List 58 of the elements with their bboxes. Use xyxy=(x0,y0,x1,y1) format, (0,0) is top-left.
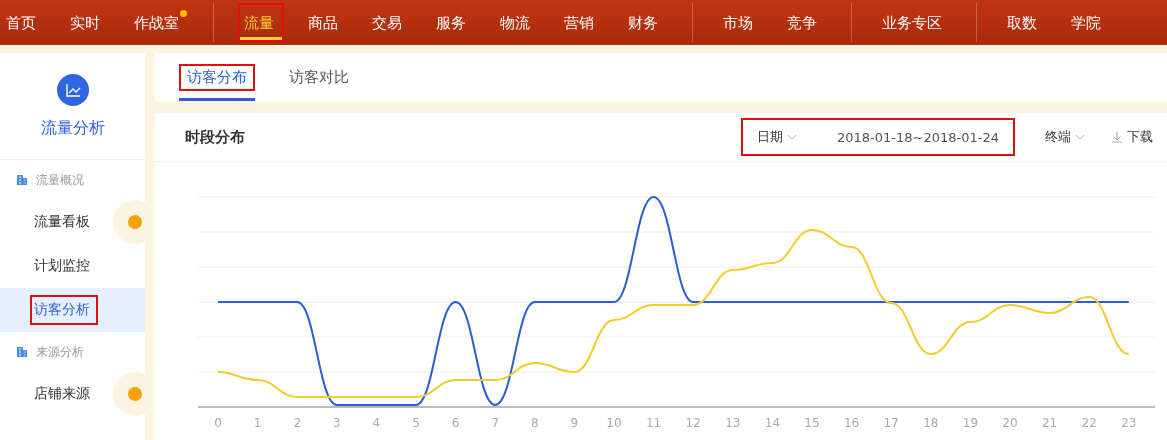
nav-link[interactable]: 商品 xyxy=(302,3,348,42)
axis-label: 16 xyxy=(843,416,860,430)
axis-label: 5 xyxy=(412,416,420,430)
tab[interactable]: 访客对比 xyxy=(281,53,357,101)
axis-label: 3 xyxy=(333,416,341,430)
date-dropdown[interactable]: 日期 xyxy=(757,128,797,146)
axis-label: 10 xyxy=(606,416,622,430)
nav-link[interactable]: 财务 xyxy=(622,3,668,42)
axis-label: 13 xyxy=(725,416,741,430)
axis-label: 15 xyxy=(804,416,820,430)
axis-label: 9 xyxy=(570,416,579,430)
nav-link[interactable]: 营销 xyxy=(558,3,604,42)
download-button[interactable]: 下载 xyxy=(1111,128,1153,146)
axis-label: 12 xyxy=(685,416,701,430)
sidebar-title: 流量分析 xyxy=(40,117,105,139)
axis-label: 6 xyxy=(451,416,460,430)
nav-link[interactable]: 市场 xyxy=(717,3,763,42)
axis-label: 0 xyxy=(214,416,222,430)
axis-label: 7 xyxy=(491,416,499,430)
chevron-down-icon xyxy=(787,134,797,140)
nav-link[interactable]: 首页 xyxy=(0,3,46,42)
nav-link[interactable]: 流量 xyxy=(238,3,284,42)
download-icon xyxy=(1111,131,1123,143)
axis-label: 22 xyxy=(1081,416,1097,430)
axis-label: 19 xyxy=(962,416,979,430)
device-dropdown[interactable]: 终端 xyxy=(1045,128,1085,146)
axis-label: 18 xyxy=(923,416,939,430)
section-heading: 流量概况 xyxy=(36,171,84,189)
axis-label: 20 xyxy=(1002,416,1018,430)
axis-label: 11 xyxy=(645,416,662,430)
section-heading: 来源分析 xyxy=(36,343,84,361)
sidebar-item[interactable]: 店铺来源 xyxy=(0,372,145,416)
date-range: 2018-01-18~2018-01-24 xyxy=(837,129,999,145)
axis-label: 4 xyxy=(372,416,381,430)
nav-link[interactable]: 业务专区 xyxy=(876,3,952,42)
nav-link[interactable]: 服务 xyxy=(430,3,476,42)
card-title: 时段分布 xyxy=(185,127,246,147)
sidebar-item[interactable]: 访客分析 xyxy=(0,288,145,332)
axis-label: 17 xyxy=(883,416,899,430)
chevron-down-icon xyxy=(1075,134,1085,140)
nav-link[interactable]: 物流 xyxy=(494,3,540,42)
nav-link[interactable]: 交易 xyxy=(366,3,412,42)
nav-link[interactable]: 学院 xyxy=(1065,3,1111,42)
axis-label: 23 xyxy=(1121,416,1137,430)
sidebar-item[interactable]: 流量看板 xyxy=(0,200,145,244)
nav-link[interactable]: 作战室 xyxy=(128,3,189,42)
line-chart-icon xyxy=(56,73,89,106)
axis-label: 2 xyxy=(293,416,301,430)
sidebar-item[interactable]: 计划监控 xyxy=(0,244,145,288)
nav-link[interactable]: 取数 xyxy=(1001,3,1047,42)
axis-label: 1 xyxy=(253,416,262,430)
axis-label: 14 xyxy=(764,416,781,430)
building-icon xyxy=(16,174,28,186)
axis-label: 8 xyxy=(531,416,539,430)
building-icon xyxy=(16,346,28,358)
axis-label: 21 xyxy=(1041,416,1058,430)
nav-link[interactable]: 竞争 xyxy=(781,3,827,42)
nav-link[interactable]: 实时 xyxy=(64,3,110,42)
